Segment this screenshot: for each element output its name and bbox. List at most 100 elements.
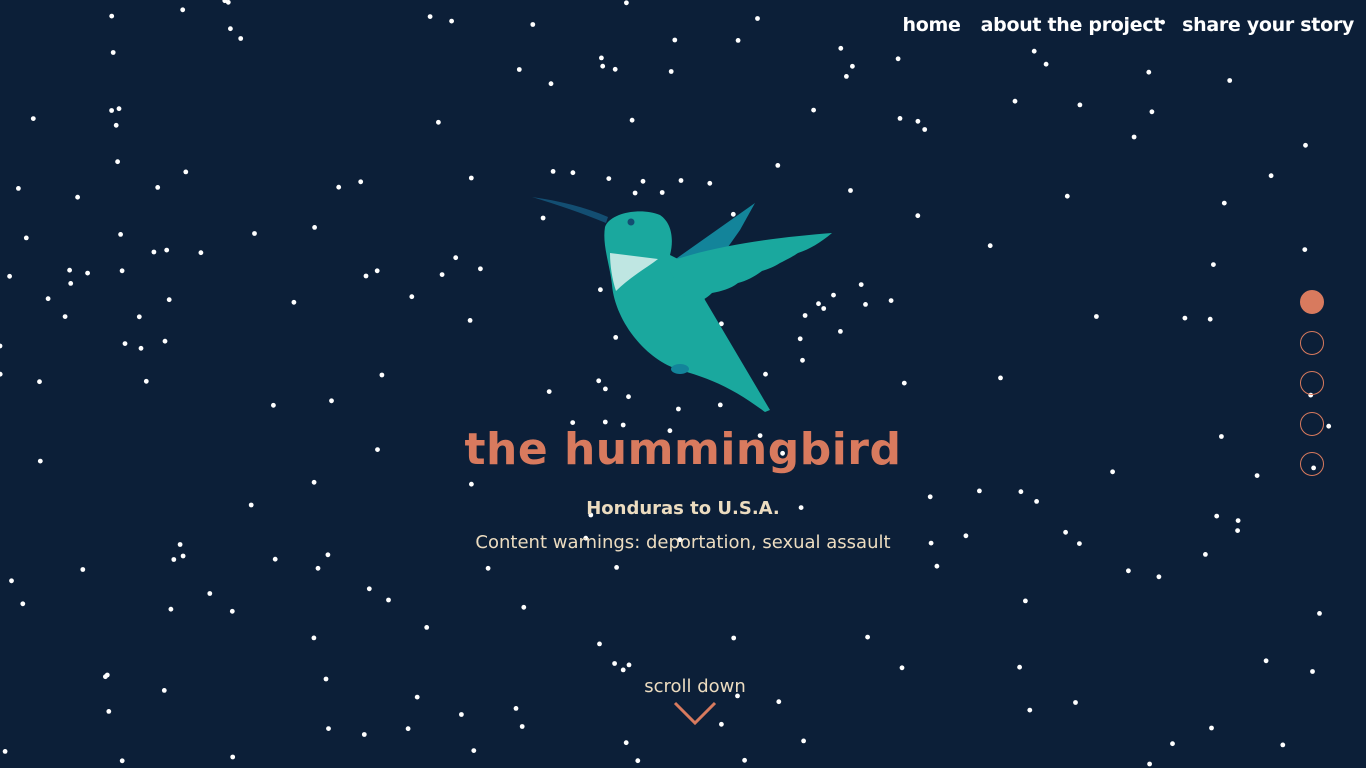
star xyxy=(366,586,372,592)
star xyxy=(863,302,868,307)
section-dot-2[interactable] xyxy=(1300,330,1324,355)
star xyxy=(516,67,522,72)
star xyxy=(424,625,430,630)
star xyxy=(1094,314,1099,319)
star xyxy=(1207,316,1213,322)
star xyxy=(471,748,477,753)
star xyxy=(550,169,556,174)
star xyxy=(9,578,14,584)
section-dot-5[interactable] xyxy=(1300,452,1324,477)
star xyxy=(119,268,125,274)
star xyxy=(436,119,441,125)
star xyxy=(427,14,433,19)
star xyxy=(1012,98,1018,104)
star xyxy=(977,488,982,494)
star xyxy=(238,36,244,41)
star xyxy=(629,117,635,123)
star xyxy=(915,118,921,124)
star xyxy=(731,635,737,641)
star xyxy=(311,635,317,641)
hummingbird-illustration xyxy=(532,197,832,412)
star xyxy=(1077,102,1083,108)
star xyxy=(1073,700,1078,705)
nav-about-link[interactable]: about the project xyxy=(981,14,1163,36)
star xyxy=(614,565,619,570)
star xyxy=(180,553,186,559)
star xyxy=(612,66,618,72)
star xyxy=(623,740,629,746)
star xyxy=(252,231,257,236)
star xyxy=(1017,664,1022,670)
star xyxy=(1031,48,1037,54)
star xyxy=(519,724,525,729)
star xyxy=(80,567,86,572)
star xyxy=(68,281,74,286)
star xyxy=(459,712,464,717)
star xyxy=(897,116,903,121)
star xyxy=(844,74,849,79)
star xyxy=(635,758,641,764)
star xyxy=(151,249,157,255)
star xyxy=(1149,109,1155,115)
star xyxy=(166,297,172,303)
star xyxy=(37,379,42,385)
section-dot-3[interactable] xyxy=(1300,371,1324,396)
star xyxy=(600,63,606,69)
star xyxy=(229,608,235,614)
star xyxy=(329,398,334,404)
star xyxy=(109,13,115,19)
section-dot-1[interactable] xyxy=(1300,290,1324,314)
star xyxy=(0,371,3,377)
nav-home-link[interactable]: home xyxy=(903,14,961,36)
star xyxy=(1303,142,1308,148)
star xyxy=(272,556,278,562)
bird-tail-tuft xyxy=(671,364,689,374)
star xyxy=(934,563,940,569)
star xyxy=(143,378,149,384)
star xyxy=(0,343,3,349)
star xyxy=(1302,247,1308,253)
nav-share-link[interactable]: share your story xyxy=(1182,14,1354,36)
star xyxy=(678,178,684,183)
star xyxy=(1310,669,1315,674)
star xyxy=(838,45,844,51)
star xyxy=(414,694,420,700)
star xyxy=(312,225,317,230)
star xyxy=(640,178,646,184)
star xyxy=(848,188,853,193)
star xyxy=(113,122,119,128)
star xyxy=(467,318,473,323)
star xyxy=(118,232,123,237)
star xyxy=(67,267,72,273)
star xyxy=(888,298,894,303)
star xyxy=(672,37,678,43)
star xyxy=(136,314,142,320)
star xyxy=(468,175,474,181)
star xyxy=(115,159,120,165)
star xyxy=(409,294,415,300)
star xyxy=(45,296,51,302)
star xyxy=(164,247,170,253)
star xyxy=(1043,61,1049,67)
star xyxy=(230,754,236,760)
star xyxy=(570,170,576,176)
star xyxy=(811,107,816,113)
star xyxy=(453,255,459,261)
star xyxy=(363,273,369,279)
star xyxy=(155,185,161,190)
scroll-down-button[interactable]: scroll down xyxy=(633,676,757,727)
star xyxy=(850,63,855,69)
star xyxy=(755,16,760,21)
section-dot-4[interactable] xyxy=(1300,411,1324,436)
star xyxy=(1064,193,1070,199)
bird-beak xyxy=(532,197,608,223)
star xyxy=(315,565,321,571)
star xyxy=(109,108,114,113)
star xyxy=(62,314,68,319)
star xyxy=(865,634,870,640)
star xyxy=(311,479,317,485)
star xyxy=(85,270,90,276)
star xyxy=(901,380,907,386)
star xyxy=(162,338,168,344)
star xyxy=(198,250,204,256)
